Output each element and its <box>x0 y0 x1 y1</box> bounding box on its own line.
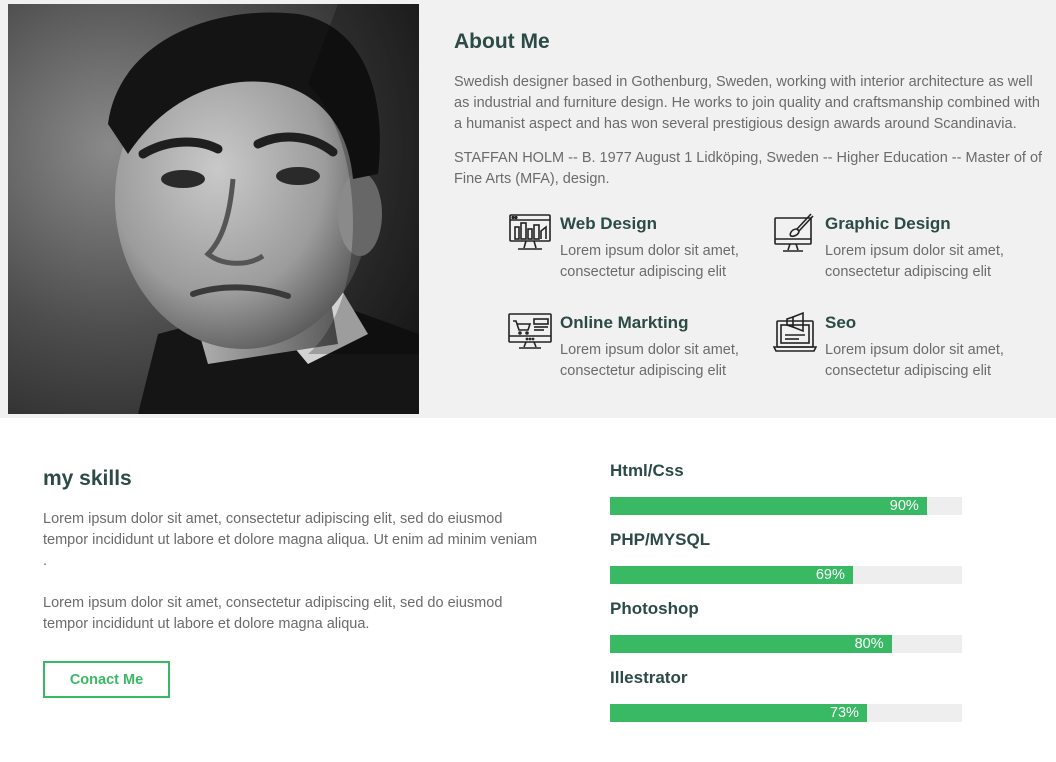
skill-bar-html-css: Html/Css 90% <box>610 461 962 515</box>
skill-bar-php-mysql: PHP/MYSQL 69% <box>610 530 962 584</box>
profile-photo <box>8 4 419 414</box>
progress-fill: 73% <box>610 704 867 722</box>
service-title: Seo <box>825 313 857 332</box>
skill-name: PHP/MYSQL <box>610 530 711 549</box>
service-description: Lorem ipsum dolor sit amet, consectetur … <box>825 243 1004 280</box>
progress-percent: 69% <box>815 567 845 583</box>
progress-percent: 90% <box>889 498 919 514</box>
skill-name: Photoshop <box>610 599 699 618</box>
about-section: About Me Swedish designer based in Gothe… <box>0 0 1056 418</box>
progress-percent: 80% <box>854 636 884 652</box>
service-description: Lorem ipsum dolor sit amet, consectetur … <box>560 342 739 379</box>
progress-fill: 69% <box>610 566 853 584</box>
graphic-design-icon <box>773 212 817 256</box>
service-description: Lorem ipsum dolor sit amet, consectetur … <box>560 243 739 280</box>
service-title: Online Markting <box>560 313 689 332</box>
progress-fill: 80% <box>610 635 892 653</box>
about-paragraph: Swedish designer based in Gothenburg, Sw… <box>454 74 1040 132</box>
seo-icon <box>772 311 818 355</box>
skill-bar-illustrator: Illestrator 73% <box>610 668 962 722</box>
skills-paragraph: Lorem ipsum dolor sit amet, consectetur … <box>43 595 503 632</box>
skills-title: my skills <box>43 467 132 490</box>
skills-intro: my skills Lorem ipsum dolor sit amet, co… <box>43 466 543 635</box>
about-content: About Me Swedish designer based in Gothe… <box>454 28 1044 190</box>
about-title: About Me <box>454 30 550 53</box>
about-bio: STAFFAN HOLM -- B. 1977 August 1 Lidköpi… <box>454 150 1043 187</box>
skill-name: Html/Css <box>610 461 684 480</box>
progress-percent: 73% <box>829 705 859 721</box>
online-marketing-icon <box>508 311 552 355</box>
skill-bar-photoshop: Photoshop 80% <box>610 599 962 653</box>
service-description: Lorem ipsum dolor sit amet, consectetur … <box>825 342 1004 379</box>
progress-track: 80% <box>610 635 962 653</box>
skill-name: Illestrator <box>610 668 688 687</box>
service-title: Graphic Design <box>825 214 951 233</box>
progress-track: 69% <box>610 566 962 584</box>
skills-paragraph: Lorem ipsum dolor sit amet, consectetur … <box>43 511 538 569</box>
progress-track: 73% <box>610 704 962 722</box>
progress-fill: 90% <box>610 497 927 515</box>
contact-me-button[interactable]: Conact Me <box>43 661 170 698</box>
web-design-icon <box>508 212 552 256</box>
progress-track: 90% <box>610 497 962 515</box>
service-title: Web Design <box>560 214 657 233</box>
